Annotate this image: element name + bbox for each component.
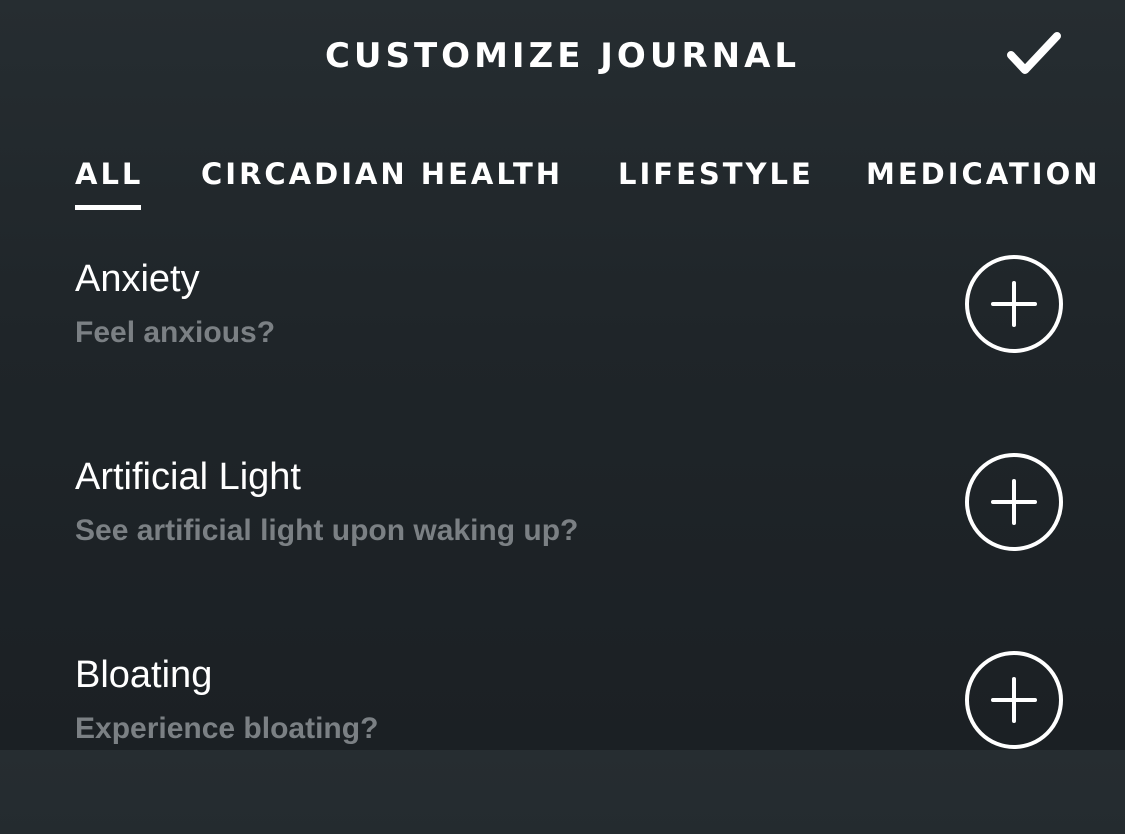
category-tabs: ALL CIRCADIAN HEALTH LIFESTYLE MEDICATIO… [0,150,1125,220]
item-title: Bloating [75,654,213,696]
add-bloating-button[interactable] [963,649,1065,751]
list-item: Bloating Experience bloating? [0,636,1125,834]
item-title: Artificial Light [75,456,301,498]
checkmark-icon [1007,32,1061,74]
plus-circle-icon [965,453,1063,551]
add-artificial-light-button[interactable] [963,451,1065,553]
header-bar: CUSTOMIZE JOURNAL [0,0,1125,112]
item-title: Anxiety [75,258,200,300]
done-button[interactable] [998,24,1070,84]
item-subtitle: Feel anxious? [75,316,276,349]
item-subtitle: See artificial light upon waking up? [75,514,579,547]
tab-label: MEDICATION [866,157,1101,191]
plus-circle-icon [965,651,1063,749]
tab-label: LIFESTYLE [618,157,814,191]
item-subtitle: Experience bloating? [75,712,379,745]
plus-circle-icon [965,255,1063,353]
selected-tab-indicator [75,205,141,210]
tab-label: ALL [75,157,144,191]
page-title: CUSTOMIZE JOURNAL [324,36,801,76]
list-item: Anxiety Feel anxious? [0,240,1125,438]
tab-label: CIRCADIAN HEALTH [201,157,564,191]
tab-circadian-health[interactable]: CIRCADIAN HEALTH [201,150,563,212]
tab-medication[interactable]: MEDICATION [866,150,1101,212]
list-item: Artificial Light See artificial light up… [0,438,1125,636]
tab-all[interactable]: ALL [75,150,143,212]
tab-lifestyle[interactable]: LIFESTYLE [618,150,814,212]
add-anxiety-button[interactable] [963,253,1065,355]
